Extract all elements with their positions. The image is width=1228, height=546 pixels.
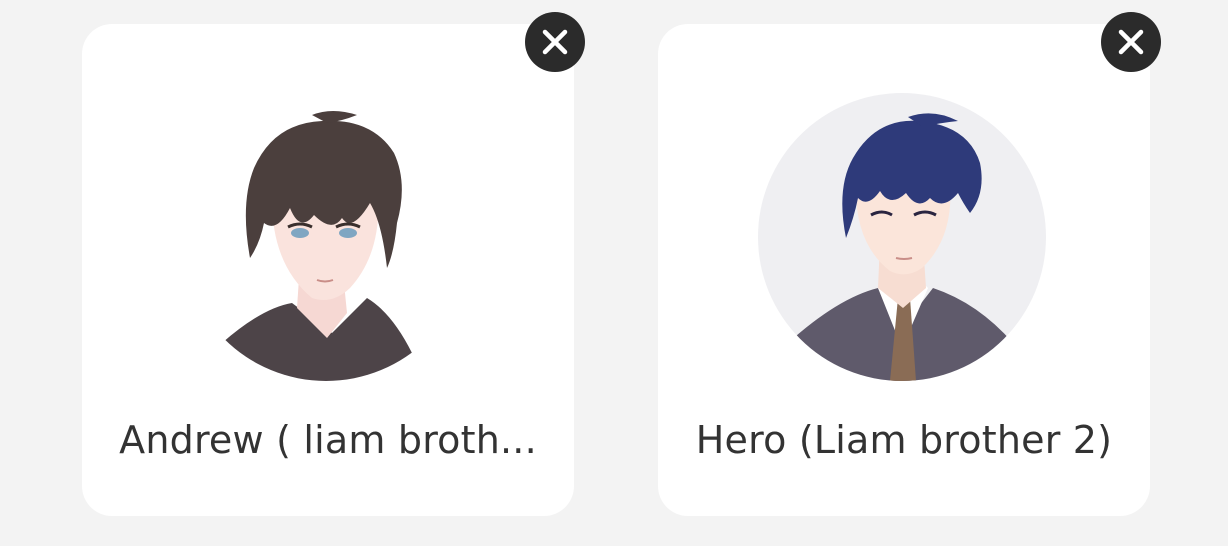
close-icon (542, 29, 568, 55)
character-card[interactable]: Hero (Liam brother 2) (658, 24, 1150, 516)
anime-man-blue-hair-suit-avatar (758, 93, 1046, 381)
remove-character-button[interactable] (1101, 12, 1161, 72)
character-avatar (758, 93, 1046, 381)
remove-character-button[interactable] (525, 12, 585, 72)
character-name: Hero (Liam brother 2) (695, 418, 1113, 462)
character-name: Andrew ( liam broth... (119, 418, 537, 462)
anime-man-brown-hair-avatar (182, 93, 470, 381)
close-icon (1118, 29, 1144, 55)
character-card[interactable]: Andrew ( liam broth... (82, 24, 574, 516)
character-avatar (182, 93, 470, 381)
